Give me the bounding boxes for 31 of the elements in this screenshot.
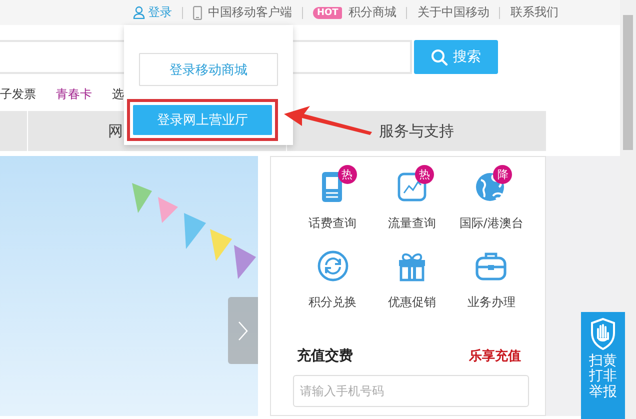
user-icon [133,6,145,19]
briefcase-icon [475,251,508,281]
top-link[interactable]: 积分商城 [348,4,396,21]
quick-link[interactable]: 选 [112,86,124,102]
phone-icon [193,6,202,20]
top-link[interactable]: 中国移动客户端 [208,4,292,21]
promo-link[interactable]: 乐享充值 [469,347,521,365]
scrollbar-thumb[interactable] [623,15,633,150]
service-link[interactable]: 国际/港澳台 [459,215,524,232]
shield-hand-icon [590,318,616,350]
promo-badge: 热 [338,165,357,184]
chevron-right-icon [238,320,248,340]
service-link[interactable]: 流量查询 [388,215,436,232]
top-link[interactable]: 联系我们 [510,4,558,21]
quick-link[interactable]: 青春卡 [56,86,92,102]
next-slide-button[interactable] [228,297,258,364]
phone-number-field[interactable]: 请输入手机号码 [293,375,529,407]
refresh-icon [316,250,349,282]
service-link[interactable]: 优惠促销 [388,294,436,311]
hot-badge: HOT [313,6,342,18]
nav-item[interactable]: 服务与支持 [379,122,454,140]
nav-item[interactable]: 网 [108,122,123,140]
promo-badge: 热 [414,165,434,184]
section-title: 充值交费 [297,347,353,365]
quick-link[interactable]: 子发票 [0,86,36,102]
service-link[interactable]: 话费查询 [308,215,357,232]
promo-badge: 降 [493,165,512,184]
top-link[interactable]: 关于中国移动 [417,4,490,21]
service-link[interactable]: 业务办理 [467,294,516,311]
search-icon [431,48,448,66]
service-link[interactable]: 积分兑换 [308,294,357,311]
